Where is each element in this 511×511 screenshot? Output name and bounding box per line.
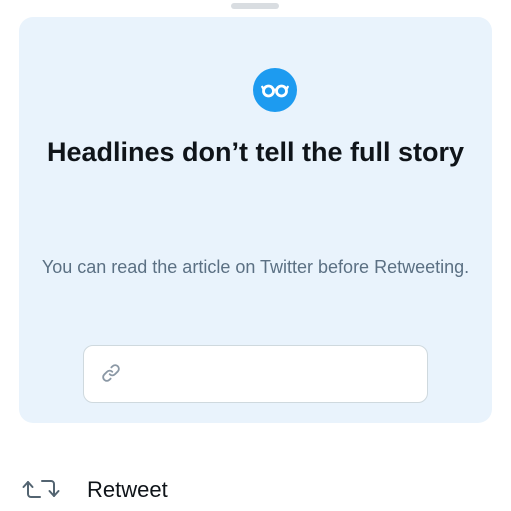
headline: Headlines don’t tell the full story: [46, 137, 465, 167]
link-icon: [100, 362, 122, 389]
glasses-icon: [253, 68, 297, 112]
retweet-prompt-sheet: Headlines don’t tell the full story You …: [0, 0, 511, 511]
explanation-text: You can read the article on Twitter befo…: [41, 257, 470, 277]
drag-handle-icon[interactable]: [231, 3, 279, 9]
retweet-action[interactable]: Retweet: [0, 464, 511, 511]
retweet-icon: [22, 477, 60, 506]
article-link-field[interactable]: [83, 345, 428, 403]
retweet-label: Retweet: [87, 477, 168, 502]
